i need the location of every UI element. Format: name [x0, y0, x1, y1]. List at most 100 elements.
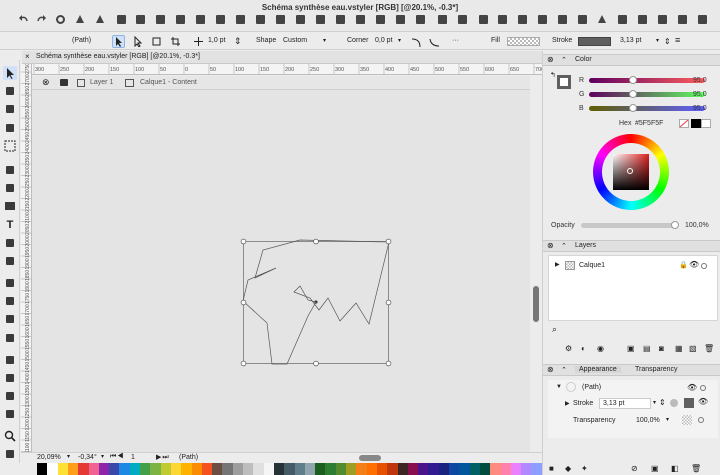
duplicate-layer-icon[interactable]: ▧	[689, 344, 697, 353]
crop-tool-icon[interactable]	[3, 331, 17, 345]
delete-item-icon[interactable]: 🗑	[691, 464, 701, 473]
lock-icon[interactable]: 🔒	[679, 261, 688, 269]
rotation-value[interactable]: -0,34°	[78, 454, 97, 461]
collapse-triangle-icon[interactable]: ▼	[556, 384, 562, 390]
image-tool-icon[interactable]	[3, 254, 17, 268]
layer-settings-icon[interactable]: ⚙	[565, 344, 572, 353]
blue-value[interactable]: 95,0	[693, 105, 707, 112]
distribute-icon[interactable]	[415, 14, 426, 25]
first-prev-page-icon[interactable]: ⏮◀	[110, 453, 125, 461]
width-value[interactable]: 1,0 pt	[208, 37, 226, 44]
paragraph-panel-icon[interactable]	[657, 14, 668, 25]
no-color-swatch[interactable]	[679, 119, 689, 128]
group-icon[interactable]	[135, 14, 146, 25]
chevron-updown-icon[interactable]: ⌃	[561, 56, 567, 64]
layers-panel-header[interactable]: ⊗ ⌃ Layers	[543, 240, 720, 252]
blue-slider-knob[interactable]	[628, 104, 637, 112]
add-effect-icon[interactable]: ✦	[581, 464, 588, 473]
add-stroke-icon[interactable]: ◆	[565, 464, 571, 473]
intersect-icon[interactable]	[215, 14, 226, 25]
stroke-settings-icon[interactable]: ≡	[675, 35, 680, 45]
layer-adjust-icon[interactable]: ◉	[597, 344, 604, 353]
corner-value[interactable]: 0,0 pt	[375, 37, 393, 44]
chevron-updown-icon[interactable]: ⌃	[561, 366, 567, 374]
expand-triangle-icon[interactable]: ▶	[565, 400, 570, 407]
stroke-value[interactable]: 3,13 pt	[620, 37, 641, 44]
rectangle-tool-icon[interactable]	[3, 199, 17, 213]
visibility-dot-icon[interactable]	[700, 385, 706, 391]
chevron-down-icon[interactable]: ▾	[653, 399, 656, 406]
document-tab[interactable]: × Schéma synthèse eau.vstyler [RGB] [@20…	[22, 51, 542, 64]
close-icon[interactable]: ×	[25, 52, 30, 61]
layer-group-icon[interactable]: ▤	[643, 344, 651, 353]
layer-name[interactable]: Calque1	[579, 262, 605, 269]
align-middle-icon[interactable]	[375, 14, 386, 25]
color-wheel[interactable]	[593, 134, 669, 210]
layer-mask-icon[interactable]: ◐	[581, 344, 586, 353]
transparency-value[interactable]: 100,0%	[636, 417, 660, 424]
breadcrumb-layer[interactable]: Layer 1	[90, 79, 113, 86]
mesh-tool-icon[interactable]	[3, 389, 17, 403]
bring-front-icon[interactable]	[478, 14, 489, 25]
mirror-icon[interactable]	[95, 14, 106, 25]
palette-swatch[interactable]	[531, 463, 543, 475]
horizontal-scrollbar-thumb[interactable]	[359, 455, 381, 461]
combine-icon[interactable]	[275, 14, 286, 25]
expand-triangle-icon[interactable]: ▶	[555, 261, 560, 268]
send-backward-icon[interactable]	[517, 14, 528, 25]
duplicate-item-icon[interactable]: ▣	[651, 464, 659, 473]
visibility-dot-icon[interactable]	[701, 263, 707, 269]
transparency-tab[interactable]: Transparency	[635, 366, 678, 373]
stroke-swatch[interactable]	[578, 37, 611, 46]
visibility-dot-icon[interactable]	[698, 417, 704, 423]
arrow-down-icon[interactable]	[577, 14, 588, 25]
corner-style-icon[interactable]	[410, 35, 423, 48]
eye-icon[interactable]: 👁	[687, 383, 697, 392]
chevron-down-icon[interactable]: ▾	[67, 453, 70, 460]
more-options-icon[interactable]: ···	[452, 37, 459, 44]
node-tool-icon[interactable]	[3, 84, 17, 98]
character-panel-icon[interactable]	[637, 14, 648, 25]
flip-icon[interactable]	[75, 14, 86, 25]
transparency-tool-icon[interactable]	[3, 312, 17, 326]
color-tab[interactable]: Color	[575, 56, 592, 63]
next-last-page-icon[interactable]: ▶⏭	[156, 453, 170, 462]
color-panel-header[interactable]: ⊗ ⌃ Color	[543, 54, 720, 66]
layer-fx-icon[interactable]: ▣	[627, 344, 635, 353]
crop-button[interactable]	[169, 35, 182, 48]
layer-row[interactable]: ▶ Calque1 🔒 👁	[549, 260, 717, 272]
export-icon[interactable]	[677, 14, 688, 25]
align-bottom-icon[interactable]	[395, 14, 406, 25]
eye-icon[interactable]: 👁	[698, 397, 708, 406]
green-slider[interactable]	[589, 92, 705, 97]
pattern-tool-icon[interactable]	[3, 371, 17, 385]
appearance-panel-header[interactable]: ⊗ ⌃ Appearance Transparency	[543, 364, 720, 376]
chevron-down-icon[interactable]: ▾	[666, 416, 669, 423]
align-left-icon[interactable]	[295, 14, 306, 25]
close-icon[interactable]: ⊗	[42, 77, 50, 88]
delete-layer-icon[interactable]: 🗑	[704, 344, 714, 353]
redo-icon[interactable]	[36, 14, 47, 25]
refresh-icon[interactable]	[55, 14, 66, 25]
pen-tool-icon[interactable]	[3, 163, 17, 177]
brush-tool-icon[interactable]	[3, 276, 17, 290]
divide-icon[interactable]	[255, 14, 266, 25]
opacity-slider[interactable]	[581, 223, 677, 228]
chevron-down-icon[interactable]: ▾	[101, 453, 104, 460]
text-tool-icon[interactable]: T	[3, 218, 17, 232]
swap-colors-icon[interactable]: ↰	[550, 71, 556, 79]
pencil-tool-icon[interactable]	[3, 181, 17, 195]
subselect-mode-button[interactable]	[131, 35, 144, 48]
breadcrumb-content[interactable]: Calque1 - Content	[140, 79, 197, 86]
hex-value[interactable]: #5F5F5F	[635, 120, 663, 127]
more-icon[interactable]	[697, 14, 708, 25]
send-back-icon[interactable]	[537, 14, 548, 25]
white-swatch[interactable]	[701, 119, 711, 128]
red-slider-knob[interactable]	[628, 76, 637, 84]
select-mode-button[interactable]	[112, 35, 125, 48]
green-value[interactable]: 95,0	[693, 91, 707, 98]
move-tool-icon[interactable]	[3, 66, 17, 80]
new-layer-icon[interactable]: ▦	[675, 344, 683, 353]
page-number[interactable]: 1	[131, 454, 135, 461]
black-swatch[interactable]	[691, 119, 701, 128]
